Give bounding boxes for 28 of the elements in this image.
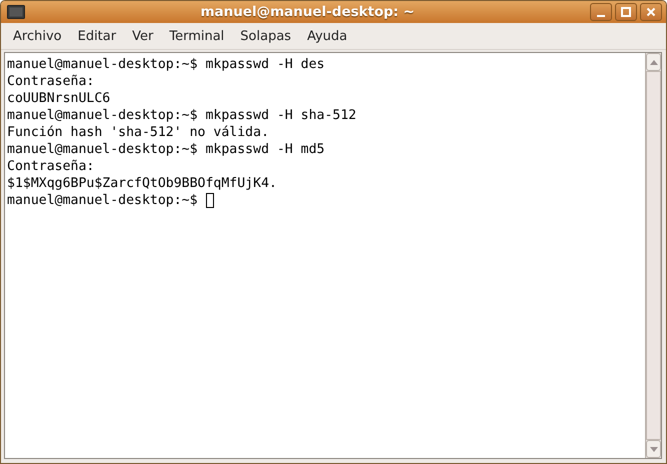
minimize-button[interactable] [590,3,612,21]
terminal-line: manuel@manuel-desktop:~$ mkpasswd -H des [7,56,326,73]
menu-item[interactable]: Solapas [232,26,300,46]
close-icon [646,7,656,17]
maximize-button[interactable] [615,3,637,21]
menu-item[interactable]: Editar [70,26,124,46]
menu-item[interactable]: Ver [124,26,162,46]
close-button[interactable] [640,3,662,21]
terminal-line: Función hash 'sha-512' no válida. [7,124,270,141]
scroll-up-button[interactable] [646,53,661,71]
terminal-line: coUUBNrsnULC6 [7,90,112,107]
text-cursor [206,193,214,208]
terminal-line: Contraseña: [7,158,96,175]
terminal-prompt: manuel@manuel-desktop:~$ [7,192,198,209]
minimize-icon [597,15,605,17]
terminal-line: $1$MXqg6BPu$ZarcfQtOb9BBOfqMfUjK4. [7,175,278,192]
terminal-line: manuel@manuel-desktop:~$ mkpasswd -H sha-512 [7,107,358,124]
menu-item[interactable]: Archivo [5,26,70,46]
maximize-icon [621,7,631,17]
scroll-down-button[interactable] [646,440,661,458]
menu-item[interactable]: Ayuda [299,26,356,46]
window-title: manuel@manuel-desktop: ~ [199,4,416,20]
up-arrow-icon [650,60,658,64]
terminal-line: Contraseña: [7,73,96,90]
terminal-icon [7,5,25,19]
down-arrow-icon [650,446,658,452]
menu-item[interactable]: Terminal [161,26,232,46]
terminal-line: manuel@manuel-desktop:~$ mkpasswd -H md5 [7,141,326,158]
